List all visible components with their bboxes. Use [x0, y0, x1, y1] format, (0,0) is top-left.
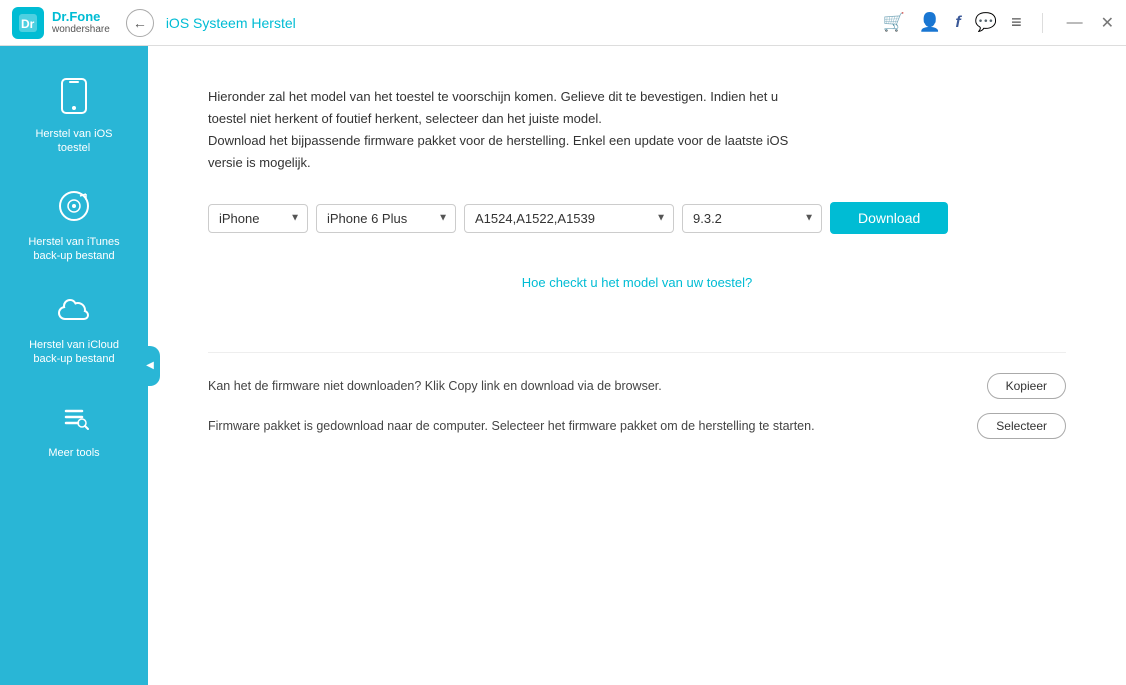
main-layout: Herstel van iOS toestel Herstel van iTun…: [0, 46, 1126, 685]
person-icon[interactable]: 👤: [919, 12, 941, 33]
bottom-section: Kan het de firmware niet downloaden? Kli…: [208, 352, 1066, 439]
sidebar-label-herstel-itunes: Herstel van iTunes back-up bestand: [19, 235, 129, 264]
download-button[interactable]: Download: [830, 202, 948, 234]
facebook-icon[interactable]: f: [955, 14, 960, 32]
info-text: Hieronder zal het model van het toestel …: [208, 86, 1066, 174]
sidebar-label-herstel-ios: Herstel van iOS toestel: [19, 127, 129, 156]
titlebar: Dr Dr.Fone wondershare ← iOS Systeem Her…: [0, 0, 1126, 46]
sidebar-item-herstel-icloud[interactable]: Herstel van iCloud back-up bestand: [9, 285, 139, 379]
version-selector-wrap: 9.3.2 9.3.1 9.3 9.2.1 ▼: [682, 204, 822, 233]
select-firmware-row: Firmware pakket is gedownload naar de co…: [208, 413, 1066, 439]
logo-icon: Dr: [12, 7, 44, 39]
sidebar-item-herstel-ios[interactable]: Herstel van iOS toestel: [9, 66, 139, 168]
svg-text:Dr: Dr: [21, 17, 35, 31]
tools-icon: [58, 401, 90, 440]
model-number-select[interactable]: A1524,A1522,A1539: [464, 204, 674, 233]
selecteer-button[interactable]: Selecteer: [977, 413, 1066, 439]
kopieer-button[interactable]: Kopieer: [987, 373, 1066, 399]
divider: [1042, 13, 1043, 33]
copy-link-text: Kan het de firmware niet downloaden? Kli…: [208, 379, 662, 393]
sidebar-label-herstel-icloud: Herstel van iCloud back-up bestand: [19, 338, 129, 367]
device-select[interactable]: iPhone iPad iPod: [208, 204, 308, 233]
cart-icon[interactable]: 🛒: [882, 12, 904, 33]
back-button[interactable]: ←: [126, 9, 154, 37]
sidebar-collapse-button[interactable]: ◀: [140, 346, 160, 386]
cloud-icon: [56, 297, 92, 332]
version-select[interactable]: 9.3.2 9.3.1 9.3 9.2.1: [682, 204, 822, 233]
close-button[interactable]: ✕: [1101, 13, 1114, 33]
itunes-icon: [58, 190, 90, 229]
logo-text: Dr.Fone wondershare: [52, 9, 110, 37]
model-selector-wrap: iPhone 6 Plus iPhone 6 iPhone 6s iPhone …: [316, 204, 456, 233]
copy-link-row: Kan het de firmware niet downloaden? Kli…: [208, 373, 1066, 399]
titlebar-actions: 🛒 👤 f 💬 ≡ — ✕: [882, 12, 1114, 33]
sidebar: Herstel van iOS toestel Herstel van iTun…: [0, 46, 148, 685]
minimize-button[interactable]: —: [1067, 14, 1083, 32]
device-selector-wrap: iPhone iPad iPod ▼: [208, 204, 308, 233]
phone-icon: [59, 78, 89, 121]
sidebar-label-meer-tools: Meer tools: [48, 446, 99, 460]
select-firmware-text: Firmware pakket is gedownload naar de co…: [208, 419, 815, 433]
model-number-selector-wrap: A1524,A1522,A1539 ▼: [464, 204, 674, 233]
chat-icon[interactable]: 💬: [975, 12, 997, 33]
sidebar-item-meer-tools[interactable]: Meer tools: [9, 389, 139, 472]
menu-icon[interactable]: ≡: [1011, 12, 1022, 33]
selectors-row: iPhone iPad iPod ▼ iPhone 6 Plus iPhone …: [208, 202, 1066, 234]
content-area: Hieronder zal het model van het toestel …: [148, 46, 1126, 685]
page-title: iOS Systeem Herstel: [166, 15, 883, 31]
sidebar-item-herstel-itunes[interactable]: Herstel van iTunes back-up bestand: [9, 178, 139, 276]
model-check-link[interactable]: Hoe checkt u het model van uw toestel?: [522, 275, 753, 290]
model-check-link-row: Hoe checkt u het model van uw toestel?: [208, 274, 1066, 292]
model-select[interactable]: iPhone 6 Plus iPhone 6 iPhone 6s iPhone …: [316, 204, 456, 233]
app-logo: Dr Dr.Fone wondershare: [12, 7, 110, 39]
